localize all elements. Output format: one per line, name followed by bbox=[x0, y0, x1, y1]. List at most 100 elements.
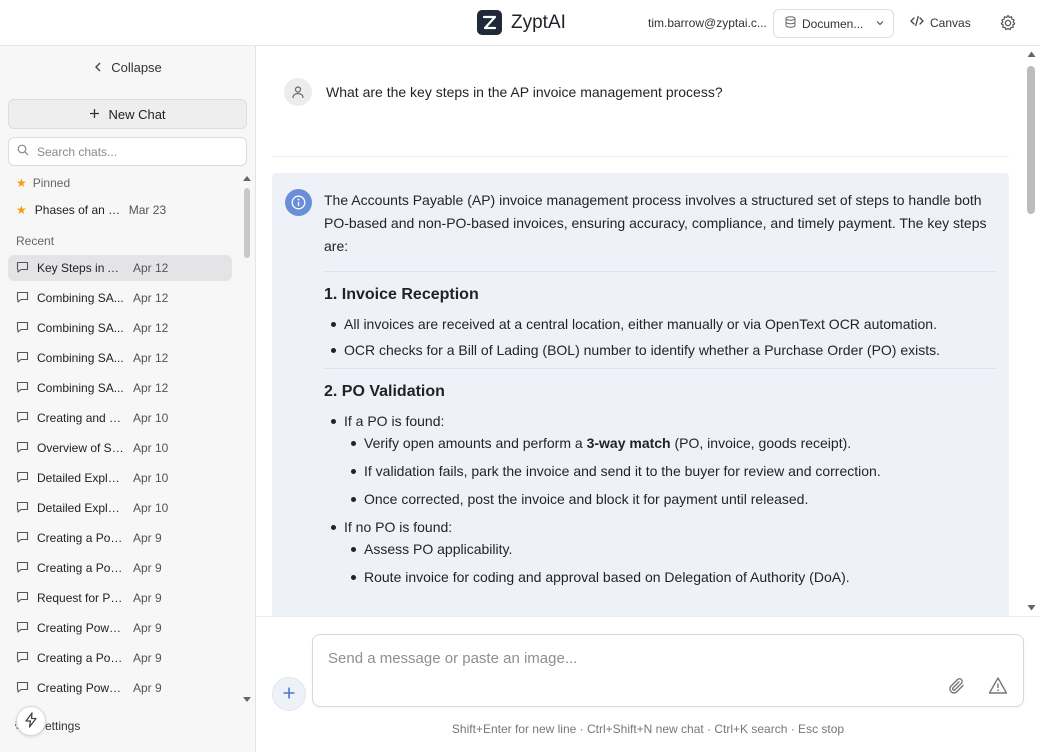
chat-title: Creating a Powe... bbox=[37, 561, 125, 575]
scroll-down-icon bbox=[1027, 605, 1036, 611]
chat-bubble-icon bbox=[16, 351, 29, 366]
recent-chat-item[interactable]: Creating a Powe... Apr 9 bbox=[8, 525, 232, 551]
chat-title: Creating a Powe... bbox=[37, 531, 125, 545]
recent-chat-item[interactable]: Key Steps in AP... Apr 12 bbox=[8, 255, 232, 281]
recent-chat-item[interactable]: Combining SA... Apr 12 bbox=[8, 315, 232, 341]
chat-title: Combining SA... bbox=[37, 291, 124, 305]
chat-title: Key Steps in AP... bbox=[37, 261, 125, 275]
quick-actions-button[interactable] bbox=[16, 706, 46, 736]
chat-date: Apr 9 bbox=[133, 531, 162, 545]
recent-chat-item[interactable]: Creating PowerP... Apr 9 bbox=[8, 675, 232, 701]
search-icon bbox=[17, 144, 29, 159]
list-item: OCR checks for a Bill of Lading (BOL) nu… bbox=[324, 340, 997, 360]
search-chats-input[interactable] bbox=[37, 144, 237, 159]
chat-bubble-icon bbox=[16, 681, 29, 696]
chat-title: Phases of an S... bbox=[34, 203, 121, 217]
database-icon bbox=[785, 16, 796, 31]
pinned-chat-item[interactable]: ★ Phases of an S... Mar 23 bbox=[8, 197, 232, 223]
user-avatar-icon bbox=[284, 78, 312, 106]
collapse-label: Collapse bbox=[111, 60, 162, 75]
chat-date: Apr 10 bbox=[133, 441, 169, 455]
chat-bubble-icon bbox=[16, 621, 29, 636]
chat-date: Apr 12 bbox=[133, 321, 169, 335]
scroll-down-icon bbox=[243, 697, 251, 702]
top-bar: ZyptAI tim.barrow@zyptai.c... Documen...… bbox=[0, 0, 1040, 46]
chat-bubble-icon bbox=[16, 531, 29, 546]
plus-icon bbox=[282, 686, 296, 703]
po-found-text: If a PO is found: bbox=[344, 413, 445, 429]
sidebar-scrollbar[interactable] bbox=[242, 174, 252, 704]
chevron-down-icon bbox=[875, 17, 885, 31]
assistant-message: The Accounts Payable (AP) invoice manage… bbox=[272, 173, 1009, 616]
recent-chat-item[interactable]: Creating a Powe... Apr 9 bbox=[8, 555, 232, 581]
text-segment: Verify open amounts and perform a bbox=[364, 435, 587, 451]
brand[interactable]: ZyptAI bbox=[477, 10, 566, 35]
list-item: If validation fails, park the invoice an… bbox=[344, 461, 997, 481]
warning-triangle-icon[interactable] bbox=[988, 676, 1008, 698]
chat-date: Apr 9 bbox=[133, 651, 162, 665]
paperclip-icon[interactable] bbox=[947, 676, 967, 699]
plus-icon bbox=[89, 107, 100, 122]
recent-chat-item[interactable]: Detailed Explan... Apr 10 bbox=[8, 495, 232, 521]
recent-chat-item[interactable]: Request for Pow... Apr 9 bbox=[8, 585, 232, 611]
recent-chat-item[interactable]: Detailed Explan... Apr 10 bbox=[8, 465, 232, 491]
sidebar-scrollbar-thumb[interactable] bbox=[244, 188, 250, 258]
chat-bubble-icon bbox=[16, 471, 29, 486]
documents-select-label: Documen... bbox=[802, 16, 864, 31]
chat-title: Creating and E... bbox=[37, 411, 125, 425]
search-chats bbox=[8, 137, 247, 166]
no-po-sublist: Assess PO applicability. Route invoice f… bbox=[344, 539, 997, 587]
user-email[interactable]: tim.barrow@zyptai.c... bbox=[648, 16, 766, 30]
list-item: Verify open amounts and perform a 3-way … bbox=[344, 433, 997, 453]
recent-chat-item[interactable]: Combining SA... Apr 12 bbox=[8, 375, 232, 401]
chat-bubble-icon bbox=[16, 381, 29, 396]
chat-title: Creating PowerP... bbox=[37, 621, 125, 635]
keyboard-shortcuts-hint: Shift+Enter for new line · Ctrl+Shift+N … bbox=[451, 722, 845, 736]
user-message-text: What are the key steps in the AP invoice… bbox=[326, 84, 723, 100]
collapse-button[interactable]: Collapse bbox=[0, 60, 256, 75]
recent-chat-item[interactable]: Overview of SA... Apr 10 bbox=[8, 435, 232, 461]
chat-date: Apr 9 bbox=[133, 591, 162, 605]
chat-date: Apr 9 bbox=[133, 681, 162, 695]
conversation-scrollbar[interactable] bbox=[1024, 48, 1038, 614]
conversation-pane: What are the key steps in the AP invoice… bbox=[256, 46, 1040, 616]
chat-title: Combining SA... bbox=[37, 381, 124, 395]
chat-bubble-icon bbox=[16, 501, 29, 516]
chat-title: Combining SA... bbox=[37, 351, 124, 365]
po-validation-list: If a PO is found: Verify open amounts an… bbox=[324, 411, 997, 587]
composer-area: Shift+Enter for new line · Ctrl+Shift+N … bbox=[256, 616, 1040, 752]
documents-select[interactable]: Documen... bbox=[773, 9, 894, 38]
message-composer bbox=[312, 634, 1024, 707]
chat-date: Apr 12 bbox=[133, 291, 169, 305]
sidebar: Collapse New Chat ★ Pinned ★ Phases of a… bbox=[0, 46, 256, 752]
message-divider bbox=[272, 156, 1009, 157]
pinned-section-header: ★ Pinned bbox=[16, 176, 70, 190]
code-icon bbox=[910, 15, 924, 30]
pinned-label: Pinned bbox=[32, 176, 71, 190]
section-divider bbox=[324, 271, 996, 272]
section-heading-invoice-reception: 1. Invoice Reception bbox=[324, 286, 479, 303]
canvas-label: Canvas bbox=[930, 15, 971, 30]
chat-title: Detailed Explan... bbox=[37, 471, 125, 485]
recent-chat-item[interactable]: Creating PowerP... Apr 9 bbox=[8, 615, 232, 641]
recent-chat-item[interactable]: Combining SA... Apr 12 bbox=[8, 345, 232, 371]
message-input[interactable] bbox=[328, 650, 928, 674]
chat-bubble-icon bbox=[16, 591, 29, 606]
chat-date: Apr 10 bbox=[133, 501, 169, 515]
star-icon: ★ bbox=[16, 176, 27, 190]
chat-bubble-icon bbox=[16, 651, 29, 666]
recent-chat-item[interactable]: Creating a Powe... Apr 9 bbox=[8, 645, 232, 671]
new-chat-button[interactable]: New Chat bbox=[8, 99, 247, 129]
chat-title: Creating a Powe... bbox=[37, 651, 125, 665]
chat-bubble-icon bbox=[16, 261, 29, 276]
recent-chat-item[interactable]: Creating and E... Apr 10 bbox=[8, 405, 232, 431]
list-item: Assess PO applicability. bbox=[344, 539, 997, 559]
settings-gear-icon[interactable] bbox=[999, 14, 1017, 35]
recent-chat-item[interactable]: Combining SA... Apr 12 bbox=[8, 285, 232, 311]
canvas-button[interactable]: Canvas bbox=[910, 15, 971, 30]
add-attachment-button[interactable] bbox=[272, 677, 306, 711]
recent-section-header: Recent bbox=[16, 234, 54, 248]
chat-date: Apr 12 bbox=[133, 261, 169, 275]
section-divider bbox=[324, 368, 996, 369]
conversation-scrollbar-thumb[interactable] bbox=[1027, 66, 1035, 214]
